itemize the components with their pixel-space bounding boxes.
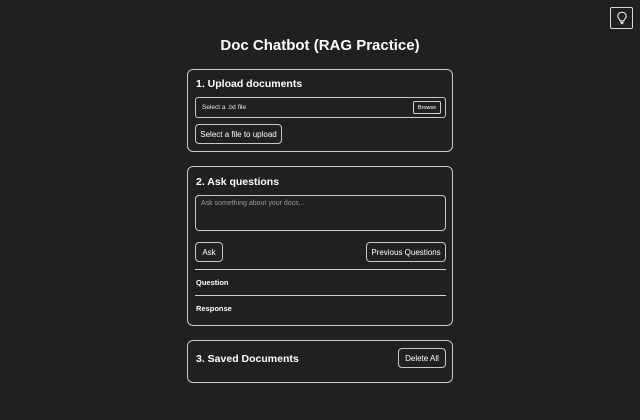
ask-button[interactable]: Ask (195, 242, 223, 262)
theme-toggle-button[interactable] (610, 7, 633, 29)
saved-documents-card: 3. Saved Documents Delete All (187, 340, 453, 383)
file-picker[interactable]: Select a .txt file Browse (195, 97, 446, 118)
divider (195, 295, 446, 296)
upload-button[interactable]: Select a file to upload (195, 124, 282, 144)
lightbulb-icon (616, 11, 627, 25)
page-title: Doc Chatbot (RAG Practice) (220, 37, 420, 54)
upload-card: 1. Upload documents Select a .txt file B… (187, 69, 453, 152)
ask-heading: 2. Ask questions (196, 176, 280, 188)
file-picker-text: Select a .txt file (202, 104, 247, 111)
divider (195, 269, 446, 270)
question-input[interactable] (195, 195, 446, 231)
saved-documents-heading: 3. Saved Documents (196, 353, 299, 365)
upload-heading: 1. Upload documents (196, 78, 303, 90)
question-label: Question (196, 278, 229, 287)
delete-all-button[interactable]: Delete All (398, 348, 446, 368)
browse-button[interactable]: Browse (413, 101, 441, 114)
previous-questions-button[interactable]: Previous Questions (366, 242, 446, 262)
response-label: Response (196, 304, 232, 313)
ask-card: 2. Ask questions Ask Previous Questions … (187, 166, 453, 326)
